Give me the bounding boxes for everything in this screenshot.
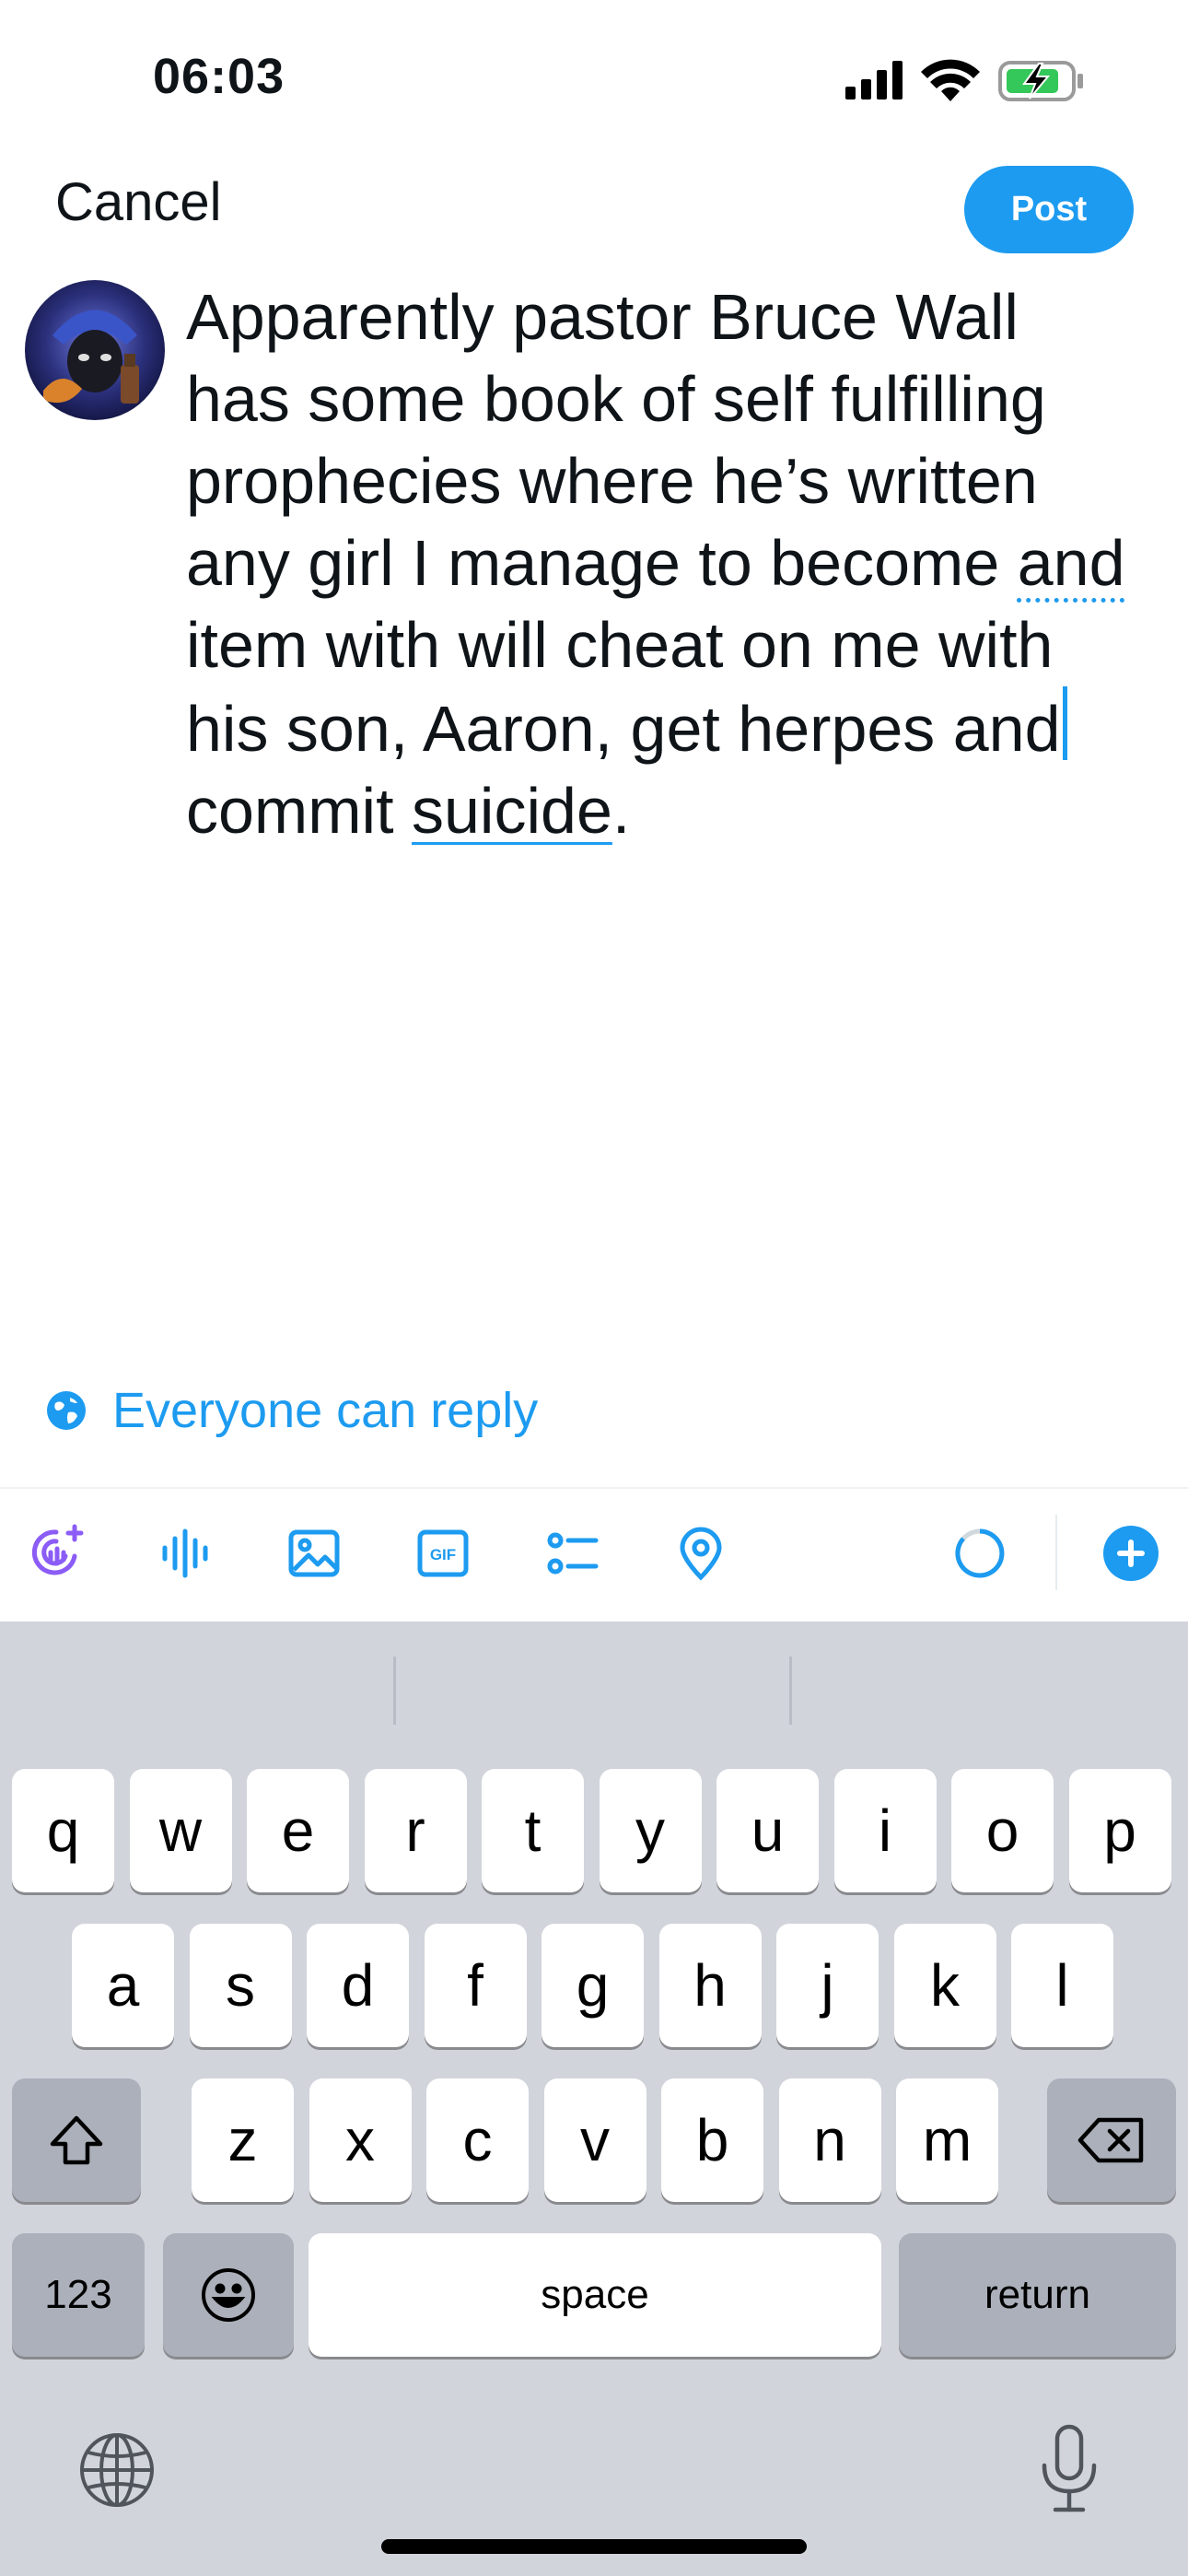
location-icon[interactable] — [668, 1520, 734, 1587]
char-counter-icon — [947, 1520, 1013, 1587]
add-post-icon[interactable] — [1098, 1520, 1164, 1587]
toolbar-separator — [1055, 1515, 1057, 1590]
post-text-input[interactable]: Apparently pastor Bruce Wall has some bo… — [186, 276, 1162, 852]
spellcheck-word[interactable]: and — [1018, 527, 1125, 599]
gif-icon[interactable]: GIF — [410, 1520, 476, 1587]
delete-key[interactable] — [1047, 2078, 1176, 2202]
key-e[interactable]: e — [247, 1769, 349, 1892]
numbers-key[interactable]: 123 — [12, 2233, 145, 2357]
key-y[interactable]: y — [599, 1769, 702, 1892]
poll-icon[interactable] — [539, 1520, 605, 1587]
key-o[interactable]: o — [951, 1769, 1054, 1892]
key-x[interactable]: x — [309, 2078, 412, 2202]
key-i[interactable]: i — [833, 1769, 937, 1892]
gif-icon-label: GIF — [430, 1546, 456, 1563]
key-v[interactable]: v — [543, 2078, 646, 2202]
key-j[interactable]: j — [776, 1924, 879, 2047]
home-indicator[interactable] — [381, 2539, 807, 2554]
suggestion-separator — [393, 1657, 396, 1725]
post-button[interactable]: Post — [964, 166, 1134, 253]
key-n[interactable]: n — [778, 2078, 881, 2202]
key-h[interactable]: h — [658, 1924, 762, 2047]
key-f[interactable]: f — [424, 1924, 527, 2047]
key-z[interactable]: z — [192, 2078, 294, 2202]
text-cursor — [1062, 686, 1067, 760]
backspace-icon — [1077, 2117, 1144, 2163]
key-d[interactable]: d — [307, 1924, 409, 2047]
shift-key[interactable] — [12, 2078, 141, 2202]
compose-text-1: Apparently pastor Bruce Wall has some bo… — [186, 281, 1046, 599]
key-q[interactable]: q — [12, 1769, 114, 1892]
key-w[interactable]: w — [129, 1769, 232, 1892]
key-m[interactable]: m — [896, 2078, 998, 2202]
reply-setting-label: Everyone can reply — [112, 1383, 539, 1438]
shift-icon — [50, 2115, 103, 2165]
underlined-word[interactable]: suicide — [412, 775, 612, 847]
space-key[interactable]: space — [309, 2233, 881, 2357]
return-key[interactable]: return — [899, 2233, 1176, 2357]
key-b[interactable]: b — [661, 2078, 763, 2202]
key-l[interactable]: l — [1011, 1924, 1113, 2047]
key-t[interactable]: t — [482, 1769, 584, 1892]
avatar[interactable] — [25, 280, 165, 420]
key-a[interactable]: a — [72, 1924, 174, 2047]
grok-icon[interactable] — [24, 1520, 90, 1587]
battery-icon — [998, 61, 1083, 101]
microphone-icon[interactable] — [1037, 2423, 1101, 2515]
suggestion-separator — [789, 1657, 792, 1725]
compose-text-2: item with will cheat on me with his son,… — [186, 609, 1061, 765]
key-g[interactable]: g — [542, 1924, 644, 2047]
compose-text-4: . — [611, 775, 631, 847]
emoji-icon — [202, 2268, 255, 2322]
key-k[interactable]: k — [893, 1924, 996, 2047]
voice-icon[interactable] — [152, 1520, 218, 1587]
compose-text-3: commit — [186, 775, 394, 847]
cancel-button[interactable]: Cancel — [55, 171, 222, 233]
status-icons — [840, 57, 1089, 103]
image-icon[interactable] — [281, 1520, 347, 1587]
emoji-key[interactable] — [163, 2233, 294, 2357]
key-r[interactable]: r — [364, 1769, 467, 1892]
key-s[interactable]: s — [189, 1924, 292, 2047]
status-time: 06:03 — [153, 49, 285, 104]
key-u[interactable]: u — [716, 1769, 819, 1892]
globe-keyboard-icon[interactable] — [76, 2429, 158, 2512]
wifi-icon — [921, 59, 980, 101]
reply-setting-button[interactable]: Everyone can reply — [46, 1378, 538, 1443]
globe-icon — [47, 1391, 86, 1430]
cellular-signal-icon — [845, 61, 903, 100]
toolbar-divider — [0, 1487, 1188, 1489]
key-p[interactable]: p — [1068, 1769, 1171, 1892]
key-c[interactable]: c — [426, 2078, 529, 2202]
